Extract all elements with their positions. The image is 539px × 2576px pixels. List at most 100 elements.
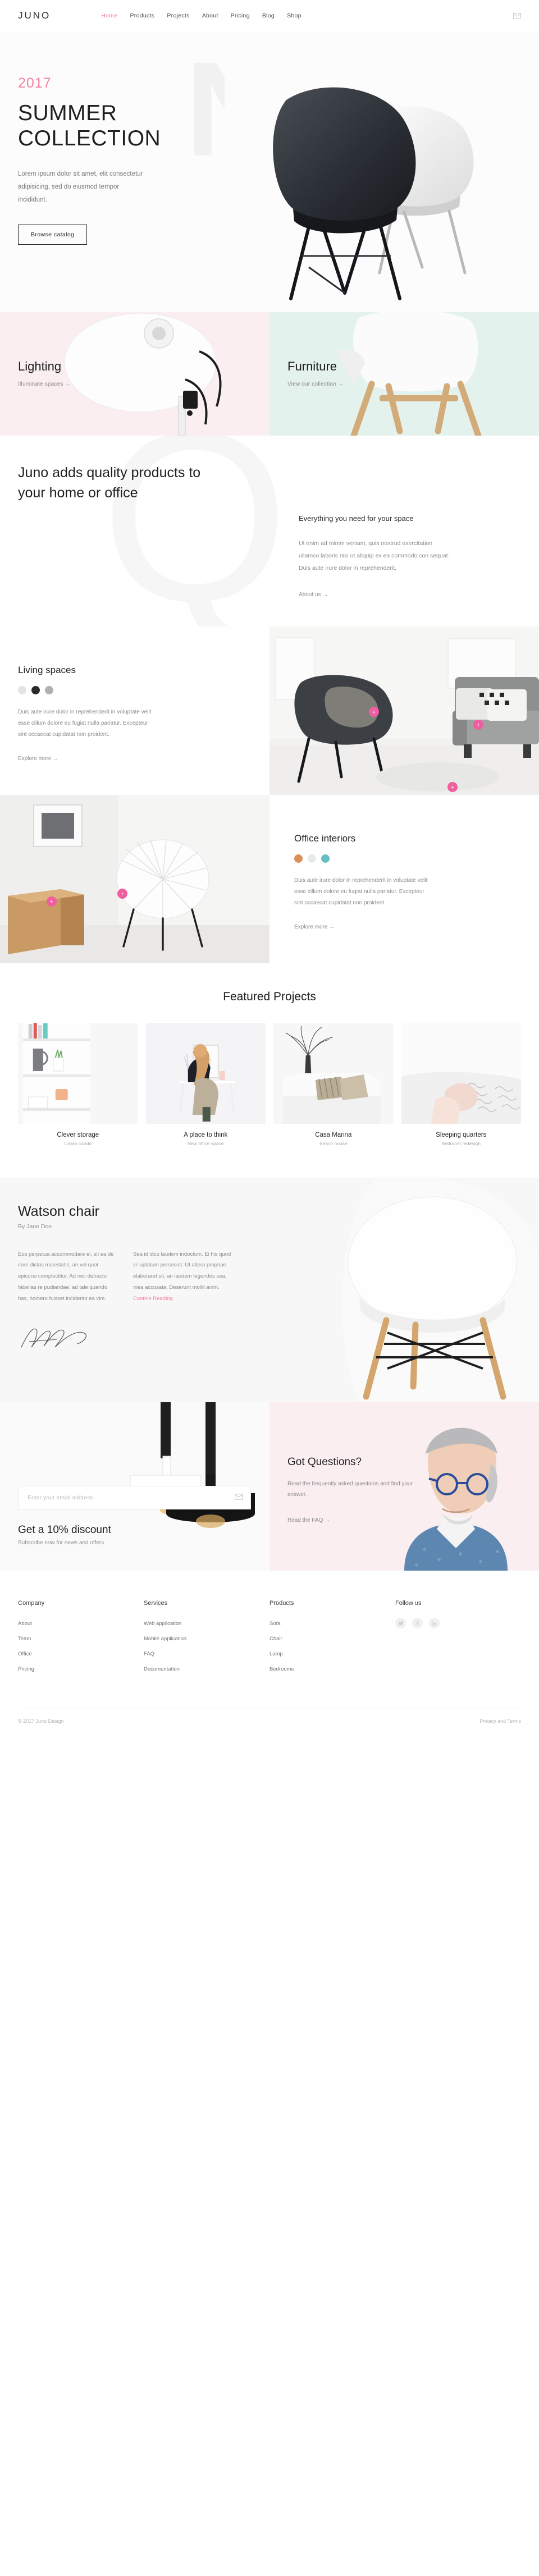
project-thumbnail <box>18 1023 138 1124</box>
category-card-lighting[interactable]: Lighting Illuminate spaces → <box>0 312 270 436</box>
footer-link-team[interactable]: Team <box>18 1636 31 1642</box>
hero-year: 2017 <box>18 75 52 91</box>
site-footer: Company About Team Office Pricing Servic… <box>0 1571 539 1740</box>
watson-paragraph-2-text: Sea id dico laudem indoctum. Ei his quod… <box>133 1251 231 1291</box>
swatch-gray[interactable] <box>45 686 53 694</box>
footer-column-products: Products Sofa Chair Lamp Bedrooms <box>270 1600 395 1678</box>
footer-link-about[interactable]: About <box>18 1621 32 1627</box>
watson-title: Watson chair <box>18 1204 99 1219</box>
copyright-text: © 2017 Juno Design <box>18 1718 64 1724</box>
footer-link-pricing[interactable]: Pricing <box>18 1666 34 1672</box>
lighting-card-title: Lighting <box>18 359 62 373</box>
office-interiors-link[interactable]: Explore more → <box>294 924 335 930</box>
project-name: A place to think <box>184 1132 228 1138</box>
living-spaces-title: Living spaces <box>18 665 76 675</box>
twitter-icon[interactable] <box>395 1618 406 1628</box>
living-spaces-swatches <box>18 686 245 694</box>
projects-grid: Clever storage Urban condo A place to th… <box>18 1023 521 1146</box>
footer-column-follow: Follow us <box>395 1600 521 1678</box>
watson-byline: By Jane Doe <box>18 1223 52 1230</box>
living-spaces-text: Duis aute irure dolor in reprehenderit i… <box>18 709 152 738</box>
quality-title: Juno adds quality products to your home … <box>18 465 201 501</box>
footer-link-lamp[interactable]: Lamp <box>270 1651 283 1657</box>
project-meta: Urban condo <box>64 1141 92 1146</box>
read-faq-link[interactable]: Read the FAQ → <box>287 1517 330 1523</box>
lighting-card-link[interactable]: Illuminate spaces → <box>18 381 71 387</box>
project-card[interactable]: Casa Marina Beach house <box>273 1023 394 1146</box>
footer-list-item: About <box>18 1618 144 1628</box>
footer-link-mobile-application[interactable]: Mobile application <box>144 1636 186 1642</box>
site-header: JUNO Home Products Projects About Pricin… <box>0 0 539 31</box>
email-input-row[interactable] <box>18 1486 251 1509</box>
main-nav: Home Products Projects About Pricing Blo… <box>101 12 302 19</box>
svg-text:+: + <box>372 709 376 716</box>
office-interiors-copy: Office interiors Duis aute irure dolor i… <box>270 795 539 963</box>
nav-item-pricing[interactable]: Pricing <box>231 12 250 19</box>
email-input[interactable] <box>26 1494 235 1502</box>
about-us-link[interactable]: About us → <box>299 592 328 598</box>
linkedin-icon[interactable] <box>429 1618 440 1628</box>
category-card-furniture[interactable]: Furniture View our collection → <box>270 312 539 436</box>
office-interiors-title: Office interiors <box>294 833 356 844</box>
svg-text:+: + <box>121 891 124 898</box>
footer-column-company: Company About Team Office Pricing <box>18 1600 144 1678</box>
hero-section: NEW <box>0 31 539 312</box>
quality-section: Q Juno adds quality products to your hom… <box>0 436 539 626</box>
footer-link-bedrooms[interactable]: Bedrooms <box>270 1666 294 1672</box>
furniture-card-link[interactable]: View our collection → <box>287 381 344 387</box>
project-card[interactable]: Sleeping quarters Bedroom redesign <box>401 1023 521 1146</box>
project-thumbnail <box>401 1023 521 1124</box>
nav-item-blog[interactable]: Blog <box>262 12 275 19</box>
footer-link-office[interactable]: Office <box>18 1651 32 1657</box>
continue-reading-link[interactable]: Contine Reading <box>133 1296 173 1302</box>
footer-link-documentation[interactable]: Documentation <box>144 1666 180 1672</box>
office-interiors-swatches <box>294 854 521 863</box>
footer-link-faq[interactable]: FAQ <box>144 1651 154 1657</box>
privacy-and-terms-link[interactable]: Privacy and Terms <box>479 1718 521 1724</box>
nav-item-projects[interactable]: Projects <box>167 12 189 19</box>
office-interiors-text: Duis aute irure dolor in reprehenderit i… <box>294 877 428 906</box>
faq-text: Read the frequently asked questions and … <box>287 1481 413 1498</box>
project-card[interactable]: Clever storage Urban condo <box>18 1023 138 1146</box>
nav-item-shop[interactable]: Shop <box>287 12 302 19</box>
project-meta: Bedroom redesign <box>441 1141 481 1146</box>
browse-catalog-button[interactable]: Browse catalog <box>18 225 88 245</box>
footer-bottom-bar: © 2017 Juno Design Privacy and Terms <box>18 1708 521 1740</box>
swatch-black[interactable] <box>31 686 40 694</box>
swatch-teal[interactable] <box>321 854 330 863</box>
nav-item-home[interactable]: Home <box>101 12 117 19</box>
category-cards: Lighting Illuminate spaces → Furniture V… <box>0 312 539 436</box>
envelope-icon[interactable] <box>513 12 521 20</box>
footer-list-item: Pricing <box>18 1663 144 1673</box>
footer-heading-company: Company <box>18 1600 45 1607</box>
desk-photo <box>145 1023 266 1124</box>
footer-link-chair[interactable]: Chair <box>270 1636 282 1642</box>
office-room-photo: + + <box>0 795 270 963</box>
promo-section: Get a 10% discount Subscribe now for new… <box>0 1402 539 1571</box>
swatch-orange[interactable] <box>294 854 303 863</box>
bedroom-photo <box>401 1023 521 1124</box>
featured-projects-section: Featured Projects Clever storage Urban c… <box>0 963 539 1178</box>
faq-copy: Got Questions? Read the frequently asked… <box>287 1456 417 1525</box>
living-spaces-link[interactable]: Explore more → <box>18 756 58 762</box>
envelope-icon[interactable] <box>235 1493 243 1503</box>
swatch-off-white[interactable] <box>308 854 316 863</box>
watson-copy: Watson chair By Jane Doe Eos perpetua ac… <box>0 1178 326 1353</box>
brand-logo[interactable]: JUNO <box>18 10 51 21</box>
living-spaces-image: + + + <box>270 626 539 795</box>
svg-text:+: + <box>50 899 53 905</box>
footer-link-sofa[interactable]: Sofa <box>270 1621 281 1627</box>
watson-paragraph-1: Eos perpetua accommodare ei, sit ea de c… <box>18 1251 114 1302</box>
furniture-card-copy: Furniture View our collection → <box>287 359 344 388</box>
nav-item-about[interactable]: About <box>202 12 218 19</box>
swatch-light-gray[interactable] <box>18 686 26 694</box>
featured-projects-title: Featured Projects <box>223 990 316 1003</box>
project-name: Casa Marina <box>315 1132 352 1138</box>
facebook-icon[interactable] <box>412 1618 423 1628</box>
quality-subtitle: Everything you need for your space <box>299 514 414 523</box>
nav-item-products[interactable]: Products <box>130 12 155 19</box>
footer-link-web-application[interactable]: Web application <box>144 1621 181 1627</box>
footer-list-item: Lamp <box>270 1648 395 1658</box>
hero-chair-illustration <box>225 31 539 312</box>
project-card[interactable]: A place to think New office space <box>145 1023 266 1146</box>
